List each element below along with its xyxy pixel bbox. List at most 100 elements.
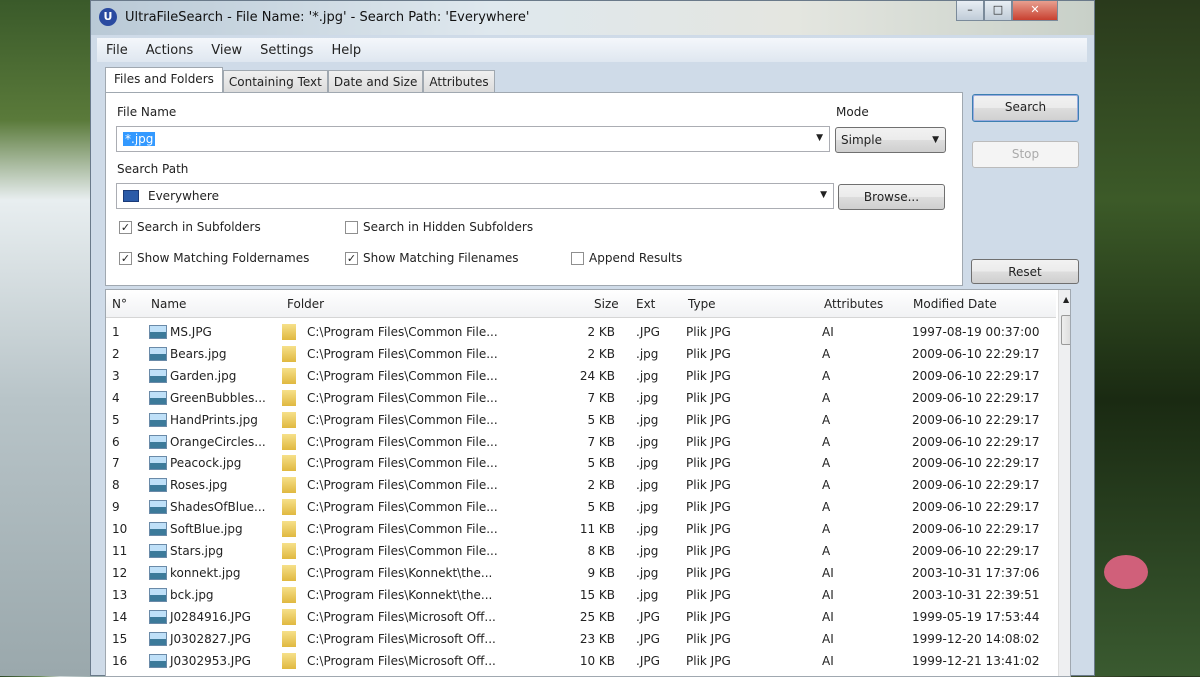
dropdown-arrow-icon[interactable]: ▼ (820, 190, 827, 200)
folder-icon (282, 521, 296, 538)
checkbox-show-matching-foldernames[interactable]: ✓ Show Matching Foldernames (119, 251, 309, 265)
table-row[interactable]: 2 Bears.jpg C:\Program Files\Common File..… (106, 343, 1056, 365)
browse-button[interactable]: Browse... (838, 184, 945, 210)
cell-type: Plik JPG (686, 478, 731, 493)
scrollbar-thumb[interactable] (1061, 315, 1070, 345)
table-row[interactable]: 7 Peacock.jpg C:\Program Files\Common File… (106, 452, 1056, 474)
checkbox-search-in-subfolders[interactable]: ✓ Search in Subfolders (119, 220, 261, 234)
tab-attributes[interactable]: Attributes (423, 70, 495, 92)
table-row[interactable]: 8 Roses.jpg C:\Program Files\Common File..… (106, 474, 1056, 496)
cell-name: ShadesOfBlue... (170, 500, 266, 515)
table-row[interactable]: 14 J0284916.JPG C:\Program Files\Microsoft… (106, 606, 1056, 628)
cell-folder: C:\Program Files\Common File... (307, 346, 498, 361)
folder-icon (282, 367, 296, 384)
table-row[interactable]: 3 Garden.jpg C:\Program Files\Common File.… (106, 365, 1056, 387)
cell-name: konnekt.jpg (170, 565, 241, 580)
checkbox-checked[interactable]: ✓ (119, 220, 132, 234)
menu-actions[interactable]: Actions (137, 43, 203, 58)
table-row[interactable]: 5 HandPrints.jpg C:\Program Files\Common F… (106, 409, 1056, 431)
checkbox-unchecked[interactable] (345, 220, 358, 234)
search-path-combobox[interactable]: Everywhere ▼ (116, 183, 834, 209)
cell-number: 2 (112, 346, 120, 361)
cell-modified: 2009-06-10 22:29:17 (912, 522, 1040, 537)
search-button[interactable]: Search (972, 94, 1079, 122)
wallpaper-flower (1104, 555, 1148, 589)
column-header-attributes[interactable]: Attributes (824, 297, 883, 311)
cell-folder: C:\Program Files\Common File... (307, 522, 498, 537)
column-header-folder[interactable]: Folder (287, 297, 324, 311)
column-header-modified-date[interactable]: Modified Date (913, 297, 997, 311)
column-header-name[interactable]: Name (151, 297, 186, 311)
cell-type: Plik JPG (686, 609, 731, 624)
table-row[interactable]: 16 J0302953.JPG C:\Program Files\Microsoft… (106, 650, 1056, 672)
image-file-icon (149, 412, 167, 427)
scroll-up-arrow-icon[interactable]: ▲ (1063, 295, 1069, 304)
checkbox-append-results[interactable]: Append Results (571, 251, 682, 265)
cell-folder: C:\Program Files\Konnekt\the... (307, 587, 493, 602)
checkbox-unchecked[interactable] (571, 251, 584, 265)
table-row[interactable]: 11 Stars.jpg C:\Program Files\Common File.… (106, 540, 1056, 562)
cell-folder: C:\Program Files\Konnekt\the... (307, 565, 493, 580)
cell-attributes: A (822, 478, 831, 493)
vertical-scrollbar[interactable]: ▲ (1058, 290, 1070, 676)
menu-bar: File Actions View Settings Help (97, 38, 1087, 62)
checkbox-search-in-hidden-subfolders[interactable]: Search in Hidden Subfolders (345, 220, 533, 234)
image-file-icon (149, 346, 167, 361)
table-row[interactable]: 10 SoftBlue.jpg C:\Program Files\Common Fi… (106, 518, 1056, 540)
column-header-ext[interactable]: Ext (636, 297, 655, 311)
checkbox-checked[interactable]: ✓ (345, 251, 358, 265)
table-row[interactable]: 15 J0302827.JPG C:\Program Files\Microsoft… (106, 628, 1056, 650)
cell-folder: C:\Program Files\Microsoft Off... (307, 609, 496, 624)
menu-settings[interactable]: Settings (251, 43, 322, 58)
cell-modified: 1997-08-19 00:37:00 (912, 325, 1040, 339)
table-row[interactable]: 13 bck.jpg C:\Program Files\Konnekt\the...… (106, 584, 1056, 606)
tab-containing-text[interactable]: Containing Text (222, 70, 328, 92)
close-button[interactable]: ✕ (1012, 1, 1058, 21)
table-row[interactable]: 4 GreenBubbles... C:\Program Files\Common … (106, 387, 1056, 409)
search-path-label: Search Path (117, 162, 189, 176)
cell-type: Plik JPG (686, 653, 731, 668)
cell-size: 11 KB (579, 522, 615, 537)
cell-size: 24 KB (579, 368, 615, 383)
menu-view[interactable]: View (202, 43, 251, 58)
maximize-button[interactable]: □ (984, 1, 1012, 21)
results-header: N° Name Folder Size Ext Type Attributes … (106, 290, 1056, 318)
menu-file[interactable]: File (97, 43, 137, 58)
title-bar[interactable]: U UltraFileSearch - File Name: '*.jpg' -… (91, 1, 1094, 35)
dropdown-arrow-icon: ▼ (932, 135, 939, 145)
cell-modified: 1999-05-19 17:53:44 (912, 609, 1040, 624)
image-file-icon (149, 609, 167, 624)
dropdown-arrow-icon[interactable]: ▼ (816, 133, 823, 143)
cell-modified: 2009-06-10 22:29:17 (912, 390, 1040, 405)
cell-type: Plik JPG (686, 412, 731, 427)
cell-number: 8 (112, 478, 120, 493)
tab-date-and-size[interactable]: Date and Size (327, 70, 424, 92)
checkbox-checked[interactable]: ✓ (119, 251, 132, 265)
table-row[interactable]: 9 ShadesOfBlue... C:\Program Files\Common … (106, 496, 1056, 518)
cell-name: HandPrints.jpg (170, 412, 258, 427)
cell-folder: C:\Program Files\Microsoft Off... (307, 653, 496, 668)
mode-select[interactable]: Simple ▼ (835, 127, 946, 153)
file-name-combobox[interactable]: *.jpg ▼ (116, 126, 830, 152)
cell-attributes: A (822, 500, 831, 515)
cell-name: GreenBubbles... (170, 390, 266, 405)
reset-button[interactable]: Reset (971, 259, 1079, 284)
cell-size: 15 KB (579, 587, 615, 602)
tab-strip: Files and Folders Containing Text Date a… (105, 67, 495, 92)
table-row[interactable]: 12 konnekt.jpg C:\Program Files\Konnekt\th… (106, 562, 1056, 584)
stop-button[interactable]: Stop (972, 141, 1079, 168)
checkbox-show-matching-filenames[interactable]: ✓ Show Matching Filenames (345, 251, 519, 265)
cell-attributes: AI (822, 631, 834, 646)
column-header-type[interactable]: Type (688, 297, 716, 311)
table-row[interactable]: 1 MS.JPG C:\Program Files\Common File... 2 … (106, 321, 1056, 343)
table-row[interactable]: 6 OrangeCircles... C:\Program Files\Common… (106, 431, 1056, 453)
menu-help[interactable]: Help (322, 43, 370, 58)
cell-attributes: AI (822, 565, 834, 580)
cell-attributes: A (822, 368, 831, 383)
cell-modified: 2009-06-10 22:29:17 (912, 544, 1040, 558)
minimize-button[interactable]: – (956, 1, 984, 21)
column-header-size[interactable]: Size (594, 297, 619, 311)
column-header-number[interactable]: N° (112, 297, 127, 311)
checkbox-label: Append Results (589, 251, 683, 265)
tab-files-and-folders[interactable]: Files and Folders (105, 67, 223, 92)
